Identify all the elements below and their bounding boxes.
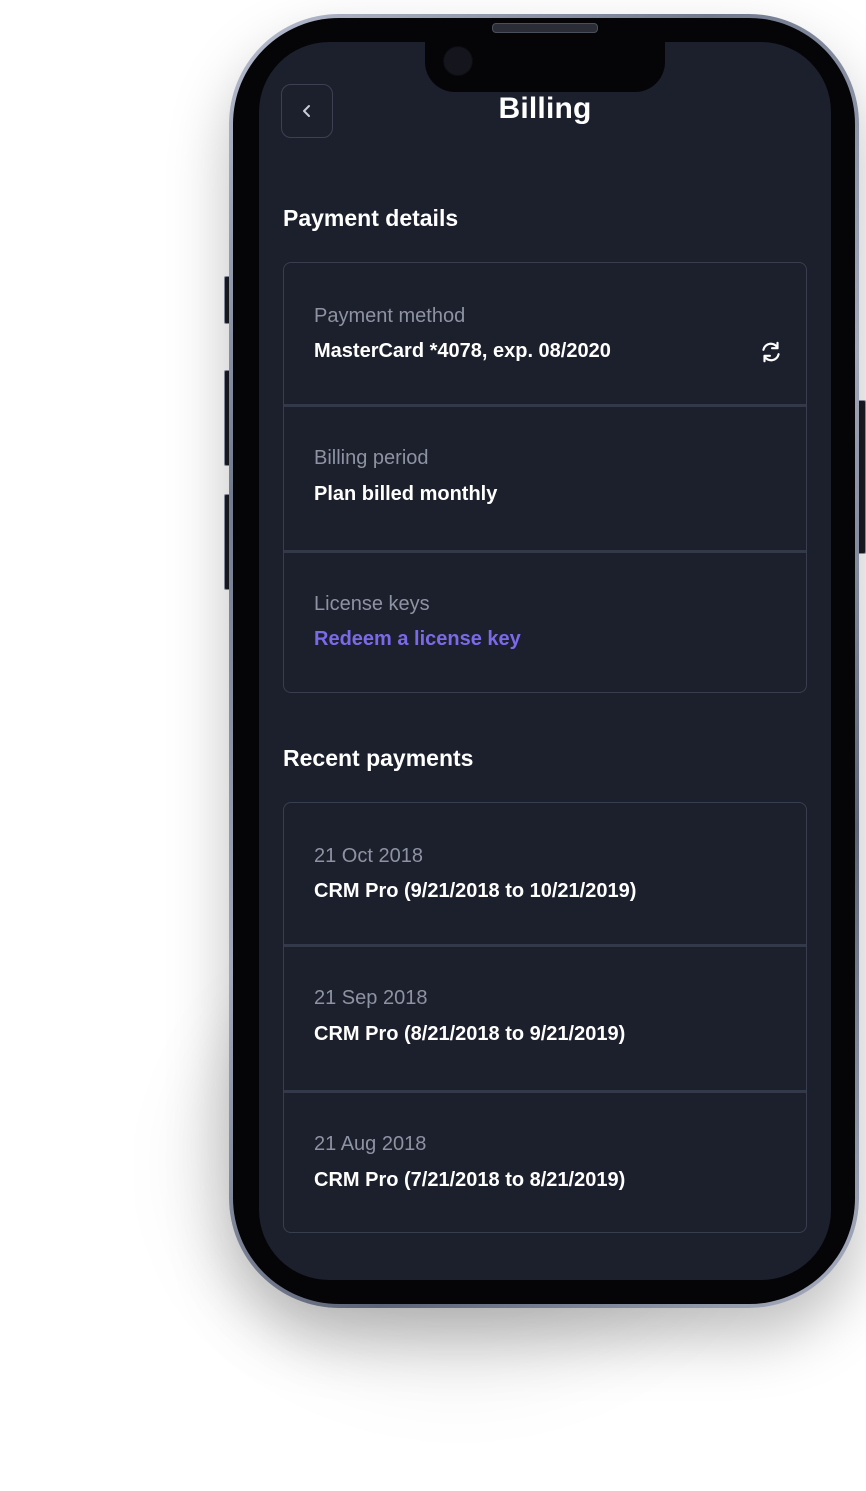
- billing-period-label: Billing period: [314, 447, 429, 469]
- page-title: Billing: [498, 92, 592, 125]
- stage: Billing Payment details Payment method M…: [0, 0, 866, 1491]
- payment-method-value: MasterCard *4078, exp. 08/2020: [314, 340, 611, 362]
- payment-date: 21 Oct 2018: [314, 845, 423, 867]
- redeem-license-key-link[interactable]: Redeem a license key: [314, 628, 521, 651]
- payment-row[interactable]: 21 Oct 2018 CRM Pro (9/21/2018 to 10/21/…: [284, 803, 806, 947]
- billing-period-row[interactable]: Billing period Plan billed monthly: [284, 407, 806, 553]
- payment-method-row[interactable]: Payment method MasterCard *4078, exp. 08…: [284, 263, 806, 407]
- billing-period-value: Plan billed monthly: [314, 483, 498, 505]
- refresh-icon[interactable]: [758, 339, 784, 365]
- payment-description: CRM Pro (9/21/2018 to 10/21/2019): [314, 880, 637, 902]
- payment-description: CRM Pro (7/21/2018 to 8/21/2019): [314, 1169, 626, 1191]
- license-keys-label: License keys: [314, 593, 430, 615]
- notch: [425, 42, 665, 92]
- payment-method-label: Payment method: [314, 305, 466, 327]
- license-keys-row: License keys Redeem a license key: [284, 553, 806, 692]
- earpiece-speaker: [492, 23, 598, 33]
- payment-row[interactable]: 21 Sep 2018 CRM Pro (8/21/2018 to 9/21/2…: [284, 947, 806, 1093]
- payment-description: CRM Pro (8/21/2018 to 9/21/2019): [314, 1023, 626, 1045]
- recent-payments-card: 21 Oct 2018 CRM Pro (9/21/2018 to 10/21/…: [283, 802, 807, 1233]
- front-camera: [443, 46, 473, 76]
- payment-details-card: Payment method MasterCard *4078, exp. 08…: [283, 262, 807, 693]
- recent-payments-heading: Recent payments: [283, 745, 474, 771]
- app-screen: Billing Payment details Payment method M…: [259, 42, 831, 1280]
- payment-date: 21 Sep 2018: [314, 987, 428, 1009]
- payment-date: 21 Aug 2018: [314, 1133, 427, 1155]
- payment-details-heading: Payment details: [283, 205, 459, 231]
- payment-row[interactable]: 21 Aug 2018 CRM Pro (7/21/2018 to 8/21/2…: [284, 1093, 806, 1232]
